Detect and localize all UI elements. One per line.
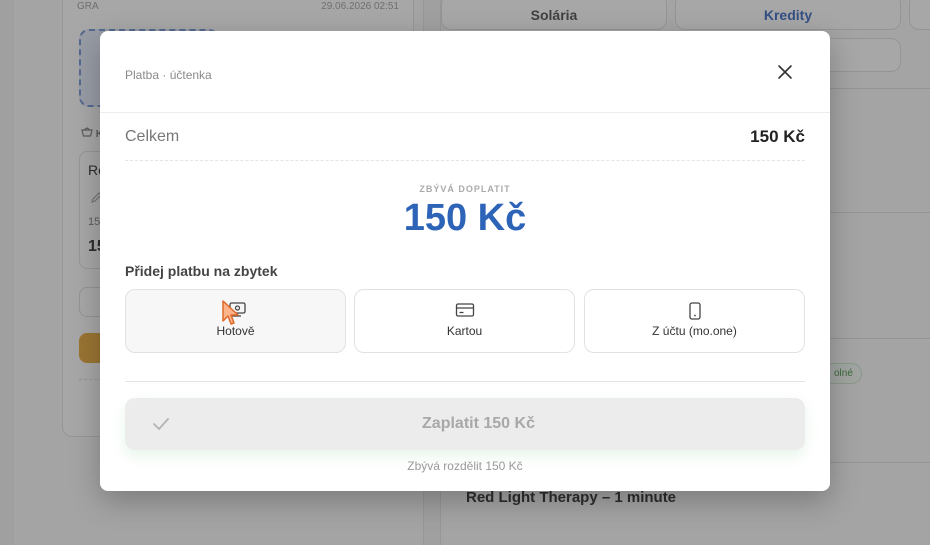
phone-icon xyxy=(688,302,701,320)
modal-divider xyxy=(125,381,805,382)
payment-modal: Platba · účtenka Celkem 150 Kč ZBÝVÁ DOP… xyxy=(100,31,830,491)
close-button[interactable] xyxy=(771,58,799,86)
modal-header: Platba · účtenka xyxy=(100,31,830,113)
pay-submit-label: Zaplatit 150 Kč xyxy=(422,415,535,432)
mouse-cursor-icon xyxy=(222,300,239,325)
pay-card-button[interactable]: Kartou xyxy=(354,289,575,353)
close-icon xyxy=(778,65,792,79)
remaining-label: ZBÝVÁ DOPLATIT xyxy=(419,184,511,194)
remaining-value: 150 Kč xyxy=(403,197,527,239)
card-icon xyxy=(455,303,474,317)
add-payment-label: Přidej platbu na zbytek xyxy=(125,263,278,279)
total-row: Celkem 150 Kč xyxy=(125,113,805,161)
total-label: Celkem xyxy=(125,128,180,145)
split-note: Zbývá rozdělit 150 Kč xyxy=(407,459,523,473)
pay-card-label: Kartou xyxy=(446,324,483,338)
pay-submit-button[interactable]: Zaplatit 150 Kč xyxy=(125,398,805,450)
total-value: 150 Kč xyxy=(750,127,805,146)
pay-account-label: Z účtu (mo.one) xyxy=(652,324,737,338)
modal-title: Platba · účtenka xyxy=(125,68,212,82)
pay-account-button[interactable]: Z účtu (mo.one) xyxy=(584,289,805,353)
